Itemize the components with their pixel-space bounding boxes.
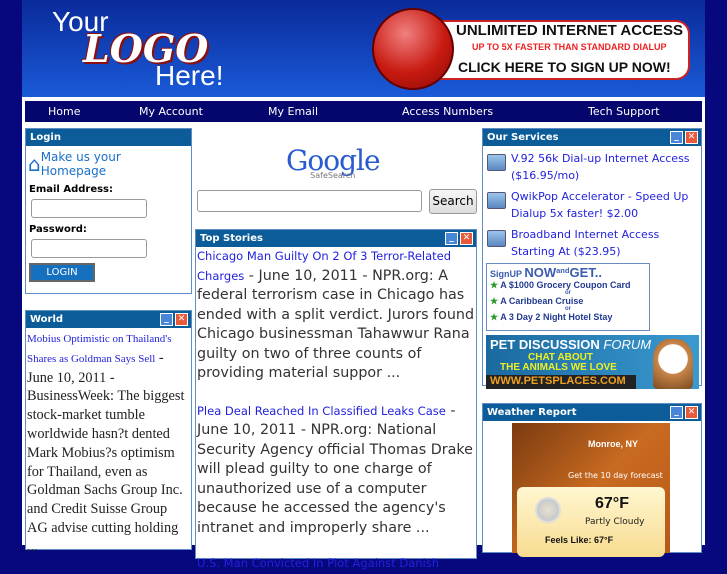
news-summary: - June 10, 2011 - NPR.org: National Secu… bbox=[197, 402, 473, 536]
red-ball-icon bbox=[372, 8, 454, 90]
pet-ad-url: WWW.PETSPLACES.COM bbox=[486, 375, 636, 389]
promo-text: NOW bbox=[524, 265, 557, 280]
header: Your LOGO Here! UNLIMITED INTERNET ACCES… bbox=[22, 0, 705, 97]
news-headline-link[interactable]: Plea Deal Reached In Classified Leaks Ca… bbox=[197, 404, 446, 418]
signup-promo[interactable]: SignUP NOWandGET.. ★ A $1000 Grocery Cou… bbox=[486, 263, 650, 331]
email-label: Email Address: bbox=[29, 184, 114, 195]
service-link[interactable]: Broadband Internet Access Starting At ($… bbox=[511, 226, 697, 260]
services-panel: Our Services _ ✕ V.92 56k Dial-up Interne… bbox=[482, 128, 702, 389]
panel-header: Login bbox=[26, 129, 191, 146]
weather-panel: Weather Report _ ✕ Monroe, NY Get the 10 … bbox=[482, 403, 702, 557]
news-summary: - June 10, 2011 - NPR.org: A federal ter… bbox=[197, 267, 475, 382]
nav-my-account[interactable]: My Account bbox=[139, 105, 203, 118]
forecast-link[interactable]: Get the 10 day forecast bbox=[568, 471, 663, 480]
page: Your LOGO Here! UNLIMITED INTERNET ACCES… bbox=[22, 0, 705, 570]
panel-title: Login bbox=[30, 132, 61, 143]
login-button[interactable]: LOGIN bbox=[29, 263, 95, 282]
panel-header: Weather Report _ ✕ bbox=[483, 404, 701, 421]
news-item: U.S. Man Convicted In Plot Against Danis… bbox=[196, 554, 476, 574]
world-panel: World _ ✕ Mobius Optimistic on Thailand's… bbox=[25, 310, 192, 555]
search-input[interactable] bbox=[197, 190, 422, 212]
pet-ad-title: PET DISCUSSION bbox=[490, 337, 600, 352]
star-icon: ★ bbox=[490, 280, 499, 290]
home-icon: ⌂ bbox=[28, 152, 41, 176]
search-button[interactable]: Search bbox=[429, 189, 477, 214]
service-link[interactable]: V.92 56k Dial-up Internet Access ($16.95… bbox=[511, 150, 697, 184]
star-icon: ★ bbox=[490, 312, 499, 322]
signup-banner-ad[interactable]: UNLIMITED INTERNET ACCESS UP TO 5X FASTE… bbox=[372, 8, 692, 90]
news-headline-link[interactable]: Mobius Optimistic on Thailand's Shares a… bbox=[27, 333, 171, 365]
weather-condition: Partly Cloudy bbox=[585, 517, 645, 527]
top-stories-panel: Top Stories _ ✕ Chicago Man Guilty On 2 O… bbox=[195, 229, 477, 570]
close-icon[interactable]: ✕ bbox=[685, 406, 698, 419]
panel-header: Top Stories _ ✕ bbox=[196, 230, 476, 247]
weather-widget: Monroe, NY Get the 10 day forecast 67°F … bbox=[512, 423, 670, 557]
temperature: 67°F bbox=[595, 495, 629, 512]
promo-item: A $1000 Grocery Coupon Card bbox=[500, 280, 631, 290]
minimize-icon[interactable]: _ bbox=[160, 313, 173, 326]
star-icon: ★ bbox=[490, 296, 499, 306]
minimize-icon[interactable]: _ bbox=[670, 406, 683, 419]
close-icon[interactable]: ✕ bbox=[685, 131, 698, 144]
pet-ad-text: THE ANIMALS WE LOVE bbox=[500, 362, 617, 373]
computer-icon bbox=[487, 192, 506, 209]
panel-title: Our Services bbox=[487, 132, 559, 143]
service-item: V.92 56k Dial-up Internet Access ($16.95… bbox=[487, 150, 697, 184]
news-item: Plea Deal Reached In Classified Leaks Ca… bbox=[196, 402, 476, 539]
email-field[interactable] bbox=[31, 199, 147, 218]
news-item: Mobius Optimistic on Thailand's Shares a… bbox=[26, 328, 191, 558]
minimize-icon[interactable]: _ bbox=[670, 131, 683, 144]
nav-my-email[interactable]: My Email bbox=[268, 105, 318, 118]
promo-text: and bbox=[556, 266, 570, 275]
service-item: Broadband Internet Access Starting At ($… bbox=[487, 226, 697, 260]
close-icon[interactable]: ✕ bbox=[460, 232, 473, 245]
weather-location: Monroe, NY bbox=[588, 439, 639, 449]
pet-ad-forum: FORUM bbox=[603, 337, 652, 352]
promo-text: SignUP bbox=[490, 269, 522, 279]
news-summary: - June 10, 2011 - BusinessWeek: The bigg… bbox=[27, 349, 185, 555]
panel-header: World _ ✕ bbox=[26, 311, 191, 328]
logo-text: Here! bbox=[155, 60, 224, 91]
computer-icon bbox=[487, 230, 506, 247]
nav-access-numbers[interactable]: Access Numbers bbox=[402, 105, 493, 118]
nav-home[interactable]: Home bbox=[48, 105, 80, 118]
homepage-link-text[interactable]: Make us your Homepage bbox=[41, 150, 189, 178]
main-nav: Home My Account My Email Access Numbers … bbox=[25, 101, 702, 122]
promo-text: GET.. bbox=[569, 265, 602, 280]
service-link[interactable]: QwikPop Accelerator - Speed Up Dialup 5x… bbox=[511, 188, 697, 222]
google-logo: Google SafeSearch bbox=[286, 144, 381, 180]
password-field[interactable] bbox=[31, 239, 147, 258]
news-item: Chicago Man Guilty On 2 Of 3 Terror-Rela… bbox=[196, 247, 476, 384]
banner-subtitle: UP TO 5X FASTER THAN STANDARD DIALUP bbox=[472, 42, 667, 52]
panel-title: World bbox=[30, 314, 64, 325]
dog-image bbox=[653, 339, 693, 389]
promo-item: A Caribbean Cruise bbox=[500, 296, 584, 306]
panel-title: Top Stories bbox=[200, 233, 263, 244]
promo-item: A 3 Day 2 Night Hotel Stay bbox=[500, 312, 613, 322]
feels-like: Feels Like: 67°F bbox=[545, 535, 614, 545]
minimize-icon[interactable]: _ bbox=[445, 232, 458, 245]
news-headline-link[interactable]: U.S. Man Convicted In Plot Against Danis… bbox=[197, 556, 439, 570]
banner-cta: CLICK HERE TO SIGN UP NOW! bbox=[458, 59, 671, 75]
password-label: Password: bbox=[29, 224, 87, 235]
close-icon[interactable]: ✕ bbox=[175, 313, 188, 326]
banner-title: UNLIMITED INTERNET ACCESS bbox=[456, 22, 683, 39]
service-item: QwikPop Accelerator - Speed Up Dialup 5x… bbox=[487, 188, 697, 222]
make-homepage-link[interactable]: ⌂ Make us your Homepage bbox=[28, 150, 189, 178]
nav-tech-support[interactable]: Tech Support bbox=[588, 105, 660, 118]
pet-forum-ad[interactable]: PET DISCUSSION FORUM CHAT ABOUT THE ANIM… bbox=[486, 335, 699, 389]
computer-icon bbox=[487, 154, 506, 171]
partly-cloudy-icon bbox=[535, 497, 561, 523]
login-panel: Login ⌂ Make us your Homepage Email Addr… bbox=[25, 128, 192, 294]
panel-title: Weather Report bbox=[487, 407, 577, 418]
panel-header: Our Services _ ✕ bbox=[483, 129, 701, 146]
weather-card: 67°F Partly Cloudy Feels Like: 67°F bbox=[517, 487, 665, 557]
